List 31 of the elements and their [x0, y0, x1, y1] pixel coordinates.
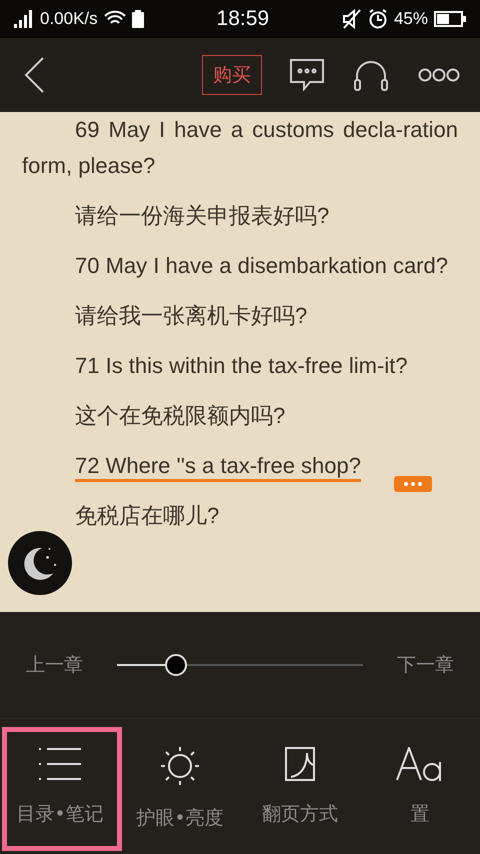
- network-speed: 0.00K/s: [40, 9, 98, 29]
- sun-icon: [161, 747, 199, 785]
- font-icon: [396, 747, 444, 781]
- menu-tab[interactable]: 置: [360, 719, 480, 854]
- signal-icon: [14, 10, 34, 28]
- battery-percent: 45%: [394, 9, 428, 29]
- book-paragraph: 71 Is this within the tax-free lim-it?: [74, 352, 409, 380]
- book-paragraph: 69 May I have a customs decla-ration form, please?: [22, 116, 458, 180]
- buy-button[interactable]: 购买: [202, 55, 262, 95]
- book-paragraph: 免税店在哪儿?: [74, 502, 220, 530]
- menu-tab[interactable]: 翻页方式: [240, 719, 360, 854]
- book-paragraph: 请给一份海关申报表好吗?: [74, 202, 330, 230]
- more-icon[interactable]: [418, 68, 460, 82]
- clock-time: 18:59: [216, 7, 270, 31]
- comment-icon[interactable]: [290, 59, 324, 91]
- page-curl-icon: [285, 747, 315, 781]
- menu-icon: [39, 747, 81, 781]
- more-badge[interactable]: [394, 476, 432, 492]
- menu-tab[interactable]: 护眼•亮度: [120, 719, 240, 854]
- book-paragraph: 70 May I have a disembarkation card?: [74, 252, 449, 280]
- menu-tab[interactable]: 目录•笔记: [0, 719, 120, 854]
- next-chapter-button[interactable]: 下一章: [397, 652, 454, 678]
- book-paragraph: 72 Where ''s a tax-free shop?: [22, 448, 458, 484]
- previous-chapter-button[interactable]: 上一章: [26, 652, 83, 678]
- headphones-icon[interactable]: [354, 59, 388, 91]
- book-paragraph: 请给我一张离机卡好吗?: [74, 302, 308, 330]
- book-paragraph: 这个在免税限额内吗?: [74, 402, 286, 430]
- battery-icon: [434, 11, 466, 27]
- back-icon[interactable]: [24, 57, 44, 93]
- mute-icon: [342, 9, 362, 29]
- alarm-icon: [368, 9, 388, 29]
